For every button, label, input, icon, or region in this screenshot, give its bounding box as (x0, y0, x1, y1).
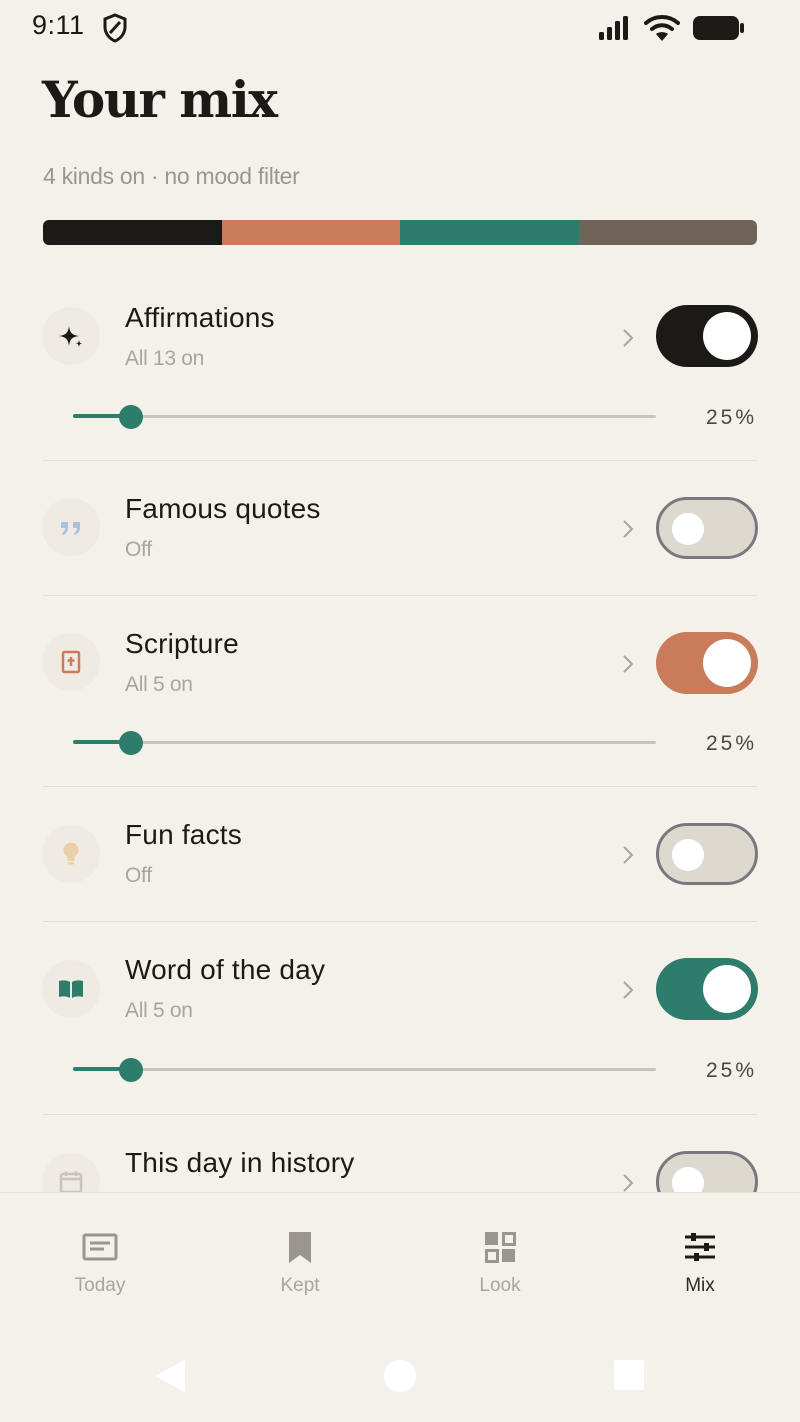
this-day-in-history-toggle[interactable] (656, 1151, 758, 1192)
toggle-knob (672, 839, 704, 871)
nav-label: Today (74, 1275, 126, 1296)
toggle-knob (703, 639, 751, 687)
nav-tab-today[interactable]: Today (0, 1193, 200, 1319)
page-subtitle: 4 kinds on · no mood filter (43, 163, 300, 189)
row-subtitle: All 13 on (125, 347, 205, 370)
toggle-knob (703, 312, 751, 360)
bible-icon (42, 633, 100, 691)
row-title: Affirmations (125, 302, 275, 333)
row-subtitle: Off (125, 864, 152, 887)
nav-label: Look (479, 1275, 521, 1296)
system-navigation-bar (0, 1330, 800, 1422)
status-indicators (598, 12, 746, 44)
mix-segment (43, 220, 222, 245)
nav-label: Mix (685, 1275, 715, 1296)
grid-icon (485, 1232, 516, 1263)
word-of-the-day-toggle[interactable] (656, 958, 758, 1020)
weight-percent: 25% (705, 406, 757, 429)
row-subtitle: All 5 on (125, 673, 193, 696)
nav-label: Kept (280, 1275, 320, 1296)
chevron-right-icon[interactable] (620, 844, 636, 866)
bottom-navigation: Today Kept Look Mix (0, 1192, 800, 1318)
mix-segment (578, 220, 757, 245)
open-book-icon (42, 960, 100, 1018)
mix-proportion-bar (43, 220, 757, 245)
word-of-the-day-weight-slider[interactable] (73, 1056, 656, 1084)
calendar-icon (42, 1153, 100, 1192)
fun-facts-toggle[interactable] (656, 823, 758, 885)
nav-tab-mix[interactable]: Mix (600, 1193, 800, 1319)
chevron-right-icon[interactable] (620, 518, 636, 540)
mix-segment (400, 220, 579, 245)
content-kind-row-famous-quotes[interactable]: Famous quotes Off (0, 461, 800, 595)
chevron-right-icon[interactable] (620, 653, 636, 675)
toggle-knob (672, 1167, 704, 1192)
chevron-right-icon[interactable] (620, 1172, 636, 1192)
toggle-knob (703, 965, 751, 1013)
chevron-right-icon[interactable] (620, 327, 636, 349)
bookmark-icon (289, 1232, 311, 1263)
nav-tab-kept[interactable]: Kept (200, 1193, 400, 1319)
newspaper-icon (82, 1233, 118, 1261)
slider-track (73, 741, 656, 744)
row-title: Word of the day (125, 954, 326, 985)
row-subtitle: Off (125, 538, 152, 561)
toggle-knob (672, 513, 704, 545)
row-subtitle: All 5 on (125, 999, 193, 1022)
battery-icon (693, 16, 744, 40)
slider-thumb[interactable] (119, 731, 143, 755)
lightbulb-icon (42, 825, 100, 883)
chevron-right-icon[interactable] (620, 979, 636, 1001)
slider-track (73, 415, 656, 418)
mix-segment (221, 220, 400, 245)
page-title: Your mix (42, 70, 278, 129)
weight-percent: 25% (705, 1059, 757, 1082)
content-kind-row-affirmations[interactable]: Affirmations All 13 on 25% (0, 270, 800, 460)
shield-icon (103, 13, 127, 43)
sparkle-icon (42, 307, 100, 365)
quote-icon (42, 498, 100, 556)
status-bar: 9:11 (0, 0, 800, 56)
signal-icon (599, 16, 628, 40)
status-time: 9:11 (32, 10, 85, 40)
nav-tab-look[interactable]: Look (400, 1193, 600, 1319)
slider-thumb[interactable] (119, 1058, 143, 1082)
content-kind-row-word-of-the-day[interactable]: Word of the day All 5 on 25% (0, 922, 800, 1112)
wifi-icon (644, 15, 680, 41)
home-icon[interactable] (383, 1359, 417, 1393)
sliders-icon (685, 1233, 715, 1261)
back-icon[interactable] (153, 1358, 187, 1394)
scripture-weight-slider[interactable] (73, 729, 656, 757)
slider-track (73, 1068, 656, 1071)
recents-icon[interactable] (614, 1360, 644, 1390)
row-title: Scripture (125, 628, 239, 659)
row-title: Famous quotes (125, 493, 321, 524)
affirmations-toggle[interactable] (656, 305, 758, 367)
row-title: Fun facts (125, 819, 242, 850)
content-kind-row-scripture[interactable]: Scripture All 5 on 25% (0, 596, 800, 786)
content-kind-list[interactable]: Affirmations All 13 on 25% Famous quotes… (0, 270, 800, 1192)
weight-percent: 25% (705, 732, 757, 755)
content-kind-row-fun-facts[interactable]: Fun facts Off (0, 787, 800, 921)
affirmations-weight-slider[interactable] (73, 403, 656, 431)
content-kind-row-this-day-in-history[interactable]: This day in history (0, 1115, 800, 1192)
famous-quotes-toggle[interactable] (656, 497, 758, 559)
slider-thumb[interactable] (119, 405, 143, 429)
row-title: This day in history (125, 1147, 355, 1178)
scripture-toggle[interactable] (656, 632, 758, 694)
